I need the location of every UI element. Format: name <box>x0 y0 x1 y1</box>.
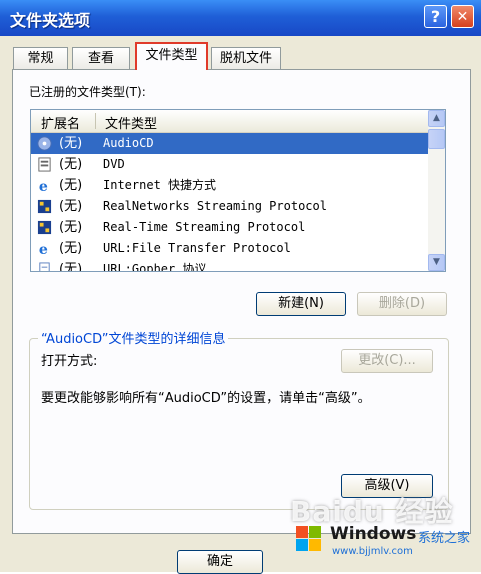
windows-logo-icon <box>296 526 322 552</box>
media-icon <box>37 199 52 214</box>
badge-site-name: 系统之家 <box>418 531 471 546</box>
open-with-label: 打开方式: <box>41 354 98 369</box>
item-extension: (无) <box>59 157 83 172</box>
list-item[interactable]: e (无) Internet 快捷方式 <box>31 175 429 196</box>
ok-button[interactable]: 确定 <box>177 550 263 574</box>
registered-types-label: 已注册的文件类型(T): <box>29 85 146 99</box>
details-description: 要更改能够影响所有“AudioCD”的设置，请单击“高级”。 <box>41 391 371 406</box>
tab-file-types[interactable]: 文件类型 <box>135 42 208 70</box>
change-button[interactable]: 更改(C)... <box>341 349 433 373</box>
badge-brand: Windows <box>330 524 417 544</box>
close-button[interactable]: ✕ <box>451 5 474 28</box>
item-type: URL:File Transfer Protocol <box>103 241 291 255</box>
ie-icon: e <box>39 242 48 256</box>
tab-view[interactable]: 查看 <box>72 47 130 69</box>
delete-button[interactable]: 删除(D) <box>357 292 447 316</box>
dvd-icon <box>38 157 51 172</box>
item-extension: (无) <box>59 241 83 256</box>
scroll-up-icon[interactable]: ▲ <box>428 110 445 127</box>
doc-icon <box>39 262 50 271</box>
ie-icon: e <box>39 179 48 193</box>
item-extension: (无) <box>59 262 83 272</box>
item-extension: (无) <box>59 220 83 235</box>
item-type: Real-Time Streaming Protocol <box>103 220 306 234</box>
cd-icon <box>37 136 52 151</box>
item-extension: (无) <box>59 199 83 214</box>
list-item[interactable]: (无) AudioCD <box>31 133 429 154</box>
file-types-list[interactable]: 扩展名 文件类型 (无) AudioCD (无) DVD e (无) Inter… <box>30 109 446 272</box>
media-icon <box>37 220 52 235</box>
item-type: DVD <box>103 157 125 171</box>
list-item[interactable]: e (无) URL:File Transfer Protocol <box>31 238 429 259</box>
tab-offline-files[interactable]: 脱机文件 <box>211 47 281 69</box>
list-item[interactable]: (无) Real-Time Streaming Protocol <box>31 217 429 238</box>
item-type: AudioCD <box>103 136 154 150</box>
new-button[interactable]: 新建(N) <box>256 292 346 316</box>
list-item[interactable]: (无) URL:Gopher 协议 <box>31 259 429 272</box>
item-type: URL:Gopher 协议 <box>103 262 207 272</box>
scroll-thumb[interactable] <box>428 129 445 149</box>
item-extension: (无) <box>59 136 83 151</box>
site-badge: Windows 系统之家 www.bjjmlv.com <box>292 520 480 560</box>
column-divider <box>95 113 96 129</box>
help-button[interactable]: ? <box>424 5 447 28</box>
svg-text:e: e <box>39 242 48 256</box>
title-bar: 文件夹选项 ? ✕ <box>0 0 481 36</box>
vertical-scrollbar[interactable]: ▲ ▼ <box>428 110 445 271</box>
list-item[interactable]: (无) RealNetworks Streaming Protocol <box>31 196 429 217</box>
list-header: 扩展名 文件类型 <box>31 110 429 133</box>
details-title: “AudioCD”文件类型的详细信息 <box>38 328 229 347</box>
scroll-down-icon[interactable]: ▼ <box>428 254 445 271</box>
column-header-extension[interactable]: 扩展名 <box>41 113 80 132</box>
svg-text:e: e <box>39 179 48 193</box>
item-extension: (无) <box>59 178 83 193</box>
column-header-file-type[interactable]: 文件类型 <box>105 113 157 132</box>
window-title: 文件夹选项 <box>10 11 91 30</box>
list-item[interactable]: (无) DVD <box>31 154 429 175</box>
item-type: Internet 快捷方式 <box>103 178 217 192</box>
tab-general[interactable]: 常规 <box>13 47 68 69</box>
badge-url: www.bjjmlv.com <box>332 546 413 557</box>
item-type: RealNetworks Streaming Protocol <box>103 199 327 213</box>
